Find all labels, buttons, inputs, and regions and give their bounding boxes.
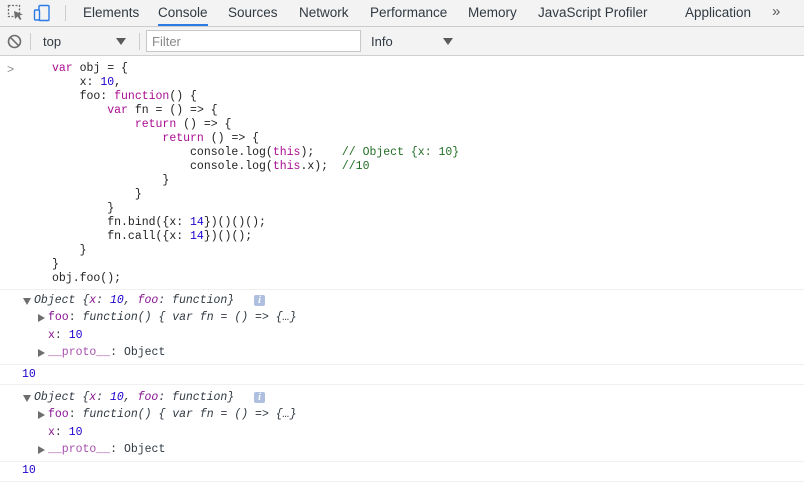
info-icon[interactable]: i [254,392,265,403]
code-line: } [52,202,115,215]
expand-triangle-icon[interactable] [38,314,45,322]
clear-console-icon[interactable] [7,34,22,49]
more-tabs-button[interactable]: » [772,0,780,26]
prompt-icon: > [7,63,15,77]
property-foo[interactable]: foo: function() { var fn = () => {…} [48,408,296,421]
tab-elements[interactable]: Elements [83,0,139,26]
property-key: x [48,329,55,342]
object-summary[interactable]: Object {x: 10, foo: function} [34,391,234,404]
collapse-triangle-icon[interactable] [23,395,31,402]
log-level-selector[interactable]: Info [366,30,456,52]
tab-network[interactable]: Network [299,0,349,26]
property-key: __proto__ [48,346,111,359]
code-line: fn.call({x: 14})()(); [52,230,253,243]
object-summary-body: {x: 10, foo: function} [82,294,235,307]
expand-triangle-icon[interactable] [38,446,45,454]
code-line: console.log(this.x); //10 [52,160,370,173]
property-value: function() { var fn = () => {…} [82,408,297,421]
divider [0,461,804,462]
tab-console[interactable]: Console [158,0,208,26]
code-line: fn.bind({x: 14})()()(); [52,216,266,229]
context-selector[interactable]: top [37,30,133,52]
expand-triangle-icon[interactable] [38,411,45,419]
info-icon[interactable]: i [254,295,265,306]
log-level-value: Info [371,34,393,49]
log-value: 10 [22,368,36,381]
code-block: var obj = { x: 10, foo: function() { var… [52,62,459,286]
property-value: 10 [68,329,83,342]
property-key: __proto__ [48,443,111,456]
chevron-down-icon [443,38,453,45]
console-messages: > var obj = { x: 10, foo: function() { v… [0,57,804,483]
property-value: Object [123,443,166,456]
devtools-tabbar: Elements Console Sources Network Perform… [0,0,804,27]
code-line: return () => { [134,118,232,131]
expand-triangle-icon[interactable] [38,349,45,357]
code-line: x: 10, [52,76,122,89]
tab-performance[interactable]: Performance [370,0,447,26]
object-log-entry: Object {x: 10, foo: function} i foo: fun… [0,387,804,463]
code-line: var obj = { [52,62,128,75]
divider [0,364,804,365]
console-toolbar: top Info [0,27,804,56]
divider [0,481,804,482]
tab-memory[interactable]: Memory [468,0,517,26]
property-value: function() { var fn = () => {…} [82,311,297,324]
code-line: } [52,188,142,201]
property-x: x: 10 [48,426,83,439]
inspect-element-icon[interactable] [7,4,25,22]
property-proto[interactable]: __proto__: Object [48,443,165,456]
property-proto[interactable]: __proto__: Object [48,346,165,359]
code-line: var fn = () => { [107,104,218,117]
tab-javascript-profiler[interactable]: JavaScript Profiler [538,0,648,26]
code-line: obj.foo(); [52,272,122,285]
object-summary-prefix: Object [34,391,83,404]
property-key: foo [48,311,69,324]
filter-input[interactable] [146,30,361,52]
object-summary-prefix: Object [34,294,83,307]
toolbar-divider [65,5,66,21]
context-value: top [43,34,62,49]
code-line: } [52,258,59,271]
tab-sources[interactable]: Sources [228,0,278,26]
divider [0,384,804,385]
collapse-triangle-icon[interactable] [23,298,31,305]
object-log-entry: Object {x: 10, foo: function} i foo: fun… [0,290,804,366]
console-input-echo: > var obj = { x: 10, foo: function() { v… [0,57,804,290]
code-line: return () => { [162,132,260,145]
property-value: 10 [68,426,83,439]
object-summary[interactable]: Object {x: 10, foo: function} [34,294,234,307]
property-foo[interactable]: foo: function() { var fn = () => {…} [48,311,296,324]
log-value: 10 [22,464,36,477]
code-line: } [52,244,87,257]
toolbar-divider [139,33,140,50]
property-key: x [48,426,55,439]
toolbar-divider [30,33,31,50]
object-summary-body: {x: 10, foo: function} [82,391,235,404]
property-x: x: 10 [48,329,83,342]
device-toolbar-icon[interactable] [33,4,51,22]
code-line: foo: function() { [52,90,197,103]
code-line: console.log(this); // Object {x: 10} [52,146,460,159]
code-line: } [52,174,170,187]
property-value: Object [123,346,166,359]
tab-application[interactable]: Application [685,0,751,26]
property-key: foo [48,408,69,421]
chevron-down-icon [116,38,126,45]
